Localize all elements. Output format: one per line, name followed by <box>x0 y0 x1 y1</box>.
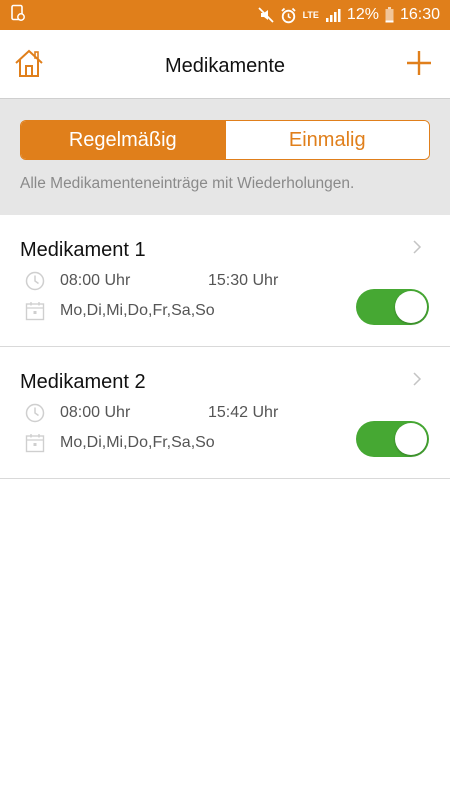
first-time: 08:00 Uhr <box>60 272 131 289</box>
segment-description: Alle Medikamenteneinträge mit Wiederholu… <box>20 175 355 192</box>
chevron-right-icon <box>413 372 422 386</box>
second-time: 15:42 Uhr <box>208 404 279 421</box>
second-time: 15:30 Uhr <box>208 272 279 289</box>
reminder-toggle[interactable] <box>356 289 429 325</box>
toggle-knob <box>395 423 427 455</box>
network-type: LTE <box>302 9 319 20</box>
weekdays: Mo,Di,Mi,Do,Fr,Sa,So <box>60 434 215 451</box>
battery-percent: 12% <box>346 6 379 23</box>
status-right: LTE 12% 16:30 <box>257 6 440 24</box>
first-time: 08:00 Uhr <box>60 404 131 421</box>
calendar-icon <box>24 300 46 322</box>
medication-item[interactable]: Medikament 2 08:00 Uhr 15:42 Uhr Mo,Di,M… <box>0 347 450 479</box>
calendar-icon <box>24 432 46 454</box>
chevron-right-icon <box>413 240 422 254</box>
mute-icon <box>257 7 274 23</box>
reminder-toggle[interactable] <box>356 421 429 457</box>
clock-icon <box>24 402 46 424</box>
time-row: 08:00 Uhr 15:42 Uhr <box>24 402 278 424</box>
signal-icon <box>325 8 341 23</box>
time-row: 08:00 Uhr 15:30 Uhr <box>24 270 278 292</box>
tab-once[interactable]: Einmalig <box>224 121 429 159</box>
medication-item[interactable]: Medikament 1 08:00 Uhr 15:30 Uhr Mo,Di,M… <box>0 215 450 347</box>
alarm-icon <box>280 7 297 24</box>
days-row: Mo,Di,Mi,Do,Fr,Sa,So <box>24 300 215 322</box>
add-medication-button[interactable] <box>402 48 436 82</box>
segment-area: Regelmäßig Einmalig Alle Medikamentenein… <box>0 99 450 215</box>
schedule-type-tabs: Regelmäßig Einmalig <box>20 120 430 160</box>
medication-list: Medikament 1 08:00 Uhr 15:30 Uhr Mo,Di,M… <box>0 215 450 479</box>
status-left <box>10 4 26 27</box>
battery-icon <box>385 7 394 23</box>
app-header: Medikamente <box>0 30 450 99</box>
tab-regular[interactable]: Regelmäßig <box>21 121 225 159</box>
status-bar: LTE 12% 16:30 <box>0 0 450 30</box>
status-time: 16:30 <box>399 6 440 23</box>
medication-name: Medikament 1 <box>20 239 146 261</box>
clock-icon <box>24 270 46 292</box>
screenshot-icon <box>10 4 26 27</box>
medication-name: Medikament 2 <box>20 371 146 393</box>
weekdays: Mo,Di,Mi,Do,Fr,Sa,So <box>60 302 215 319</box>
plus-icon <box>405 49 433 82</box>
days-row: Mo,Di,Mi,Do,Fr,Sa,So <box>24 432 215 454</box>
page-title: Medikamente <box>164 55 286 77</box>
toggle-knob <box>395 291 427 323</box>
